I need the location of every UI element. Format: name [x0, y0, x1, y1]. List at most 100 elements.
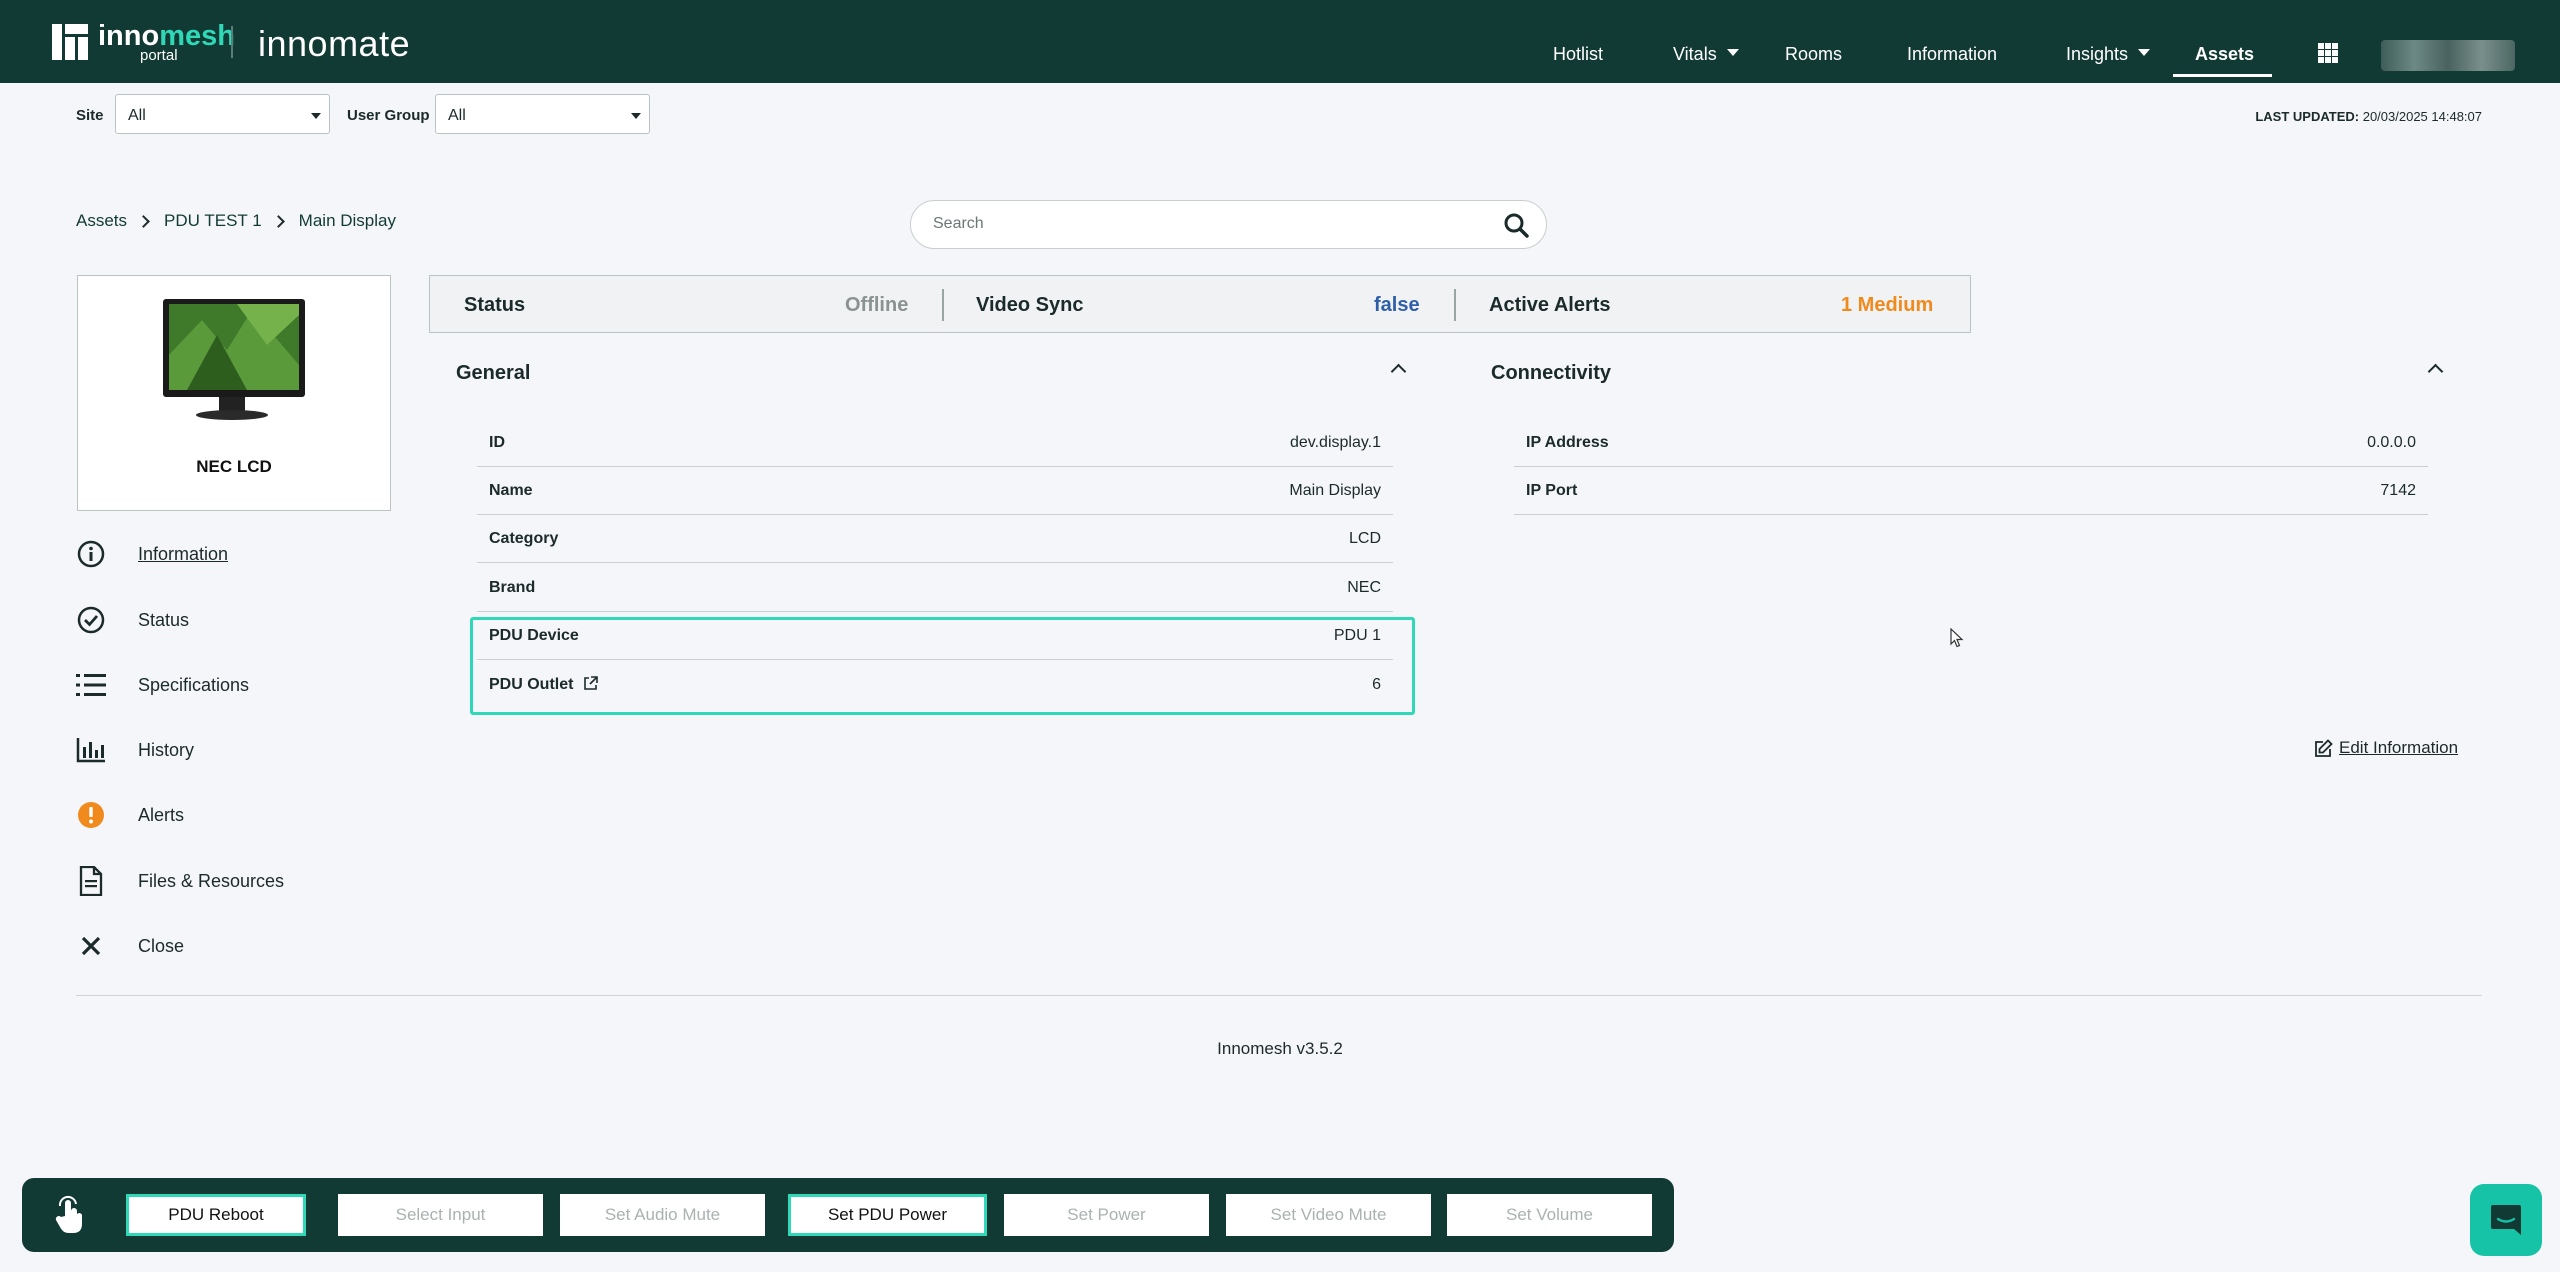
pdu-reboot-button[interactable]: PDU Reboot: [126, 1194, 306, 1236]
last-updated: LAST UPDATED: 20/03/2025 14:48:07: [2255, 109, 2482, 124]
menu-information-label: Information: [138, 543, 229, 564]
menu-close-label: Close: [138, 935, 185, 956]
search-icon[interactable]: [1503, 212, 1529, 238]
row-value: 7142: [2380, 482, 2416, 499]
dropdown-arrow-icon: [311, 113, 321, 119]
row-key: IP Address: [1526, 434, 1609, 451]
general-section-title: General: [456, 362, 531, 384]
select-input-button: Select Input: [338, 1194, 543, 1236]
menu-status[interactable]: Status: [76, 603, 189, 637]
nav-information[interactable]: Information: [1907, 0, 1997, 83]
user-profile[interactable]: [2381, 40, 2515, 71]
mouse-cursor-icon: [1950, 628, 1964, 648]
breadcrumb-assets[interactable]: Assets: [76, 211, 127, 231]
user-group-select-value: All: [448, 107, 466, 124]
breadcrumb: Assets PDU TEST 1 Main Display: [76, 211, 396, 231]
monitor-image: [163, 299, 305, 420]
video-sync-value: false: [1374, 294, 1420, 316]
set-pdu-power-button[interactable]: Set PDU Power: [788, 1194, 987, 1236]
nav-information-label: Information: [1907, 44, 1998, 64]
general-row-brand: Brand NEC: [477, 564, 1393, 612]
nav-rooms[interactable]: Rooms: [1785, 0, 1842, 83]
row-value: NEC: [1347, 579, 1381, 596]
chevron-down-icon: [1726, 49, 1739, 56]
bar-chart-icon: [76, 738, 105, 763]
menu-specifications[interactable]: Specifications: [76, 668, 249, 702]
menu-files-resources[interactable]: Files & Resources: [76, 864, 284, 898]
divider: [1454, 289, 1456, 321]
chevron-down-icon: [2138, 49, 2151, 56]
row-key: Name: [489, 482, 533, 499]
breadcrumb-current: Main Display: [298, 211, 396, 230]
pdu-highlight-box: [470, 617, 1415, 715]
site-label: Site: [76, 107, 104, 124]
menu-information[interactable]: Information: [76, 537, 228, 571]
user-group-label: User Group: [347, 107, 430, 124]
site-select-value: All: [128, 107, 146, 124]
control-action-bar: PDU Reboot Select Input Set Audio Mute S…: [22, 1178, 1674, 1252]
check-circle-icon: [77, 606, 105, 634]
row-key: IP Port: [1526, 482, 1578, 499]
chevron-up-icon[interactable]: [2427, 363, 2444, 380]
active-alerts-value[interactable]: 1 Medium: [1841, 294, 1933, 317]
innomesh-logo[interactable]: innomesh portal: [52, 21, 235, 63]
nav-hotlist[interactable]: Hotlist: [1553, 0, 1603, 83]
apps-grid-icon[interactable]: [2318, 43, 2338, 63]
nav-insights-label: Insights: [2066, 44, 2129, 64]
innomesh-logo-icon: [52, 24, 88, 60]
set-power-button: Set Power: [1004, 1194, 1209, 1236]
general-row-name: Name Main Display: [477, 467, 1393, 515]
nav-assets[interactable]: Assets: [2195, 0, 2254, 83]
version-label: Innomesh v3.5.2: [1217, 1039, 1343, 1058]
breadcrumb-room[interactable]: PDU TEST 1: [164, 211, 262, 231]
logo-divider: [231, 26, 233, 58]
chevron-right-icon: [137, 214, 150, 228]
nav-active-indicator: [2173, 74, 2272, 77]
search-input[interactable]: [933, 215, 1473, 233]
nav-assets-label: Assets: [2195, 44, 2255, 64]
menu-history[interactable]: History: [76, 733, 194, 767]
general-row-id: ID dev.display.1: [477, 419, 1393, 467]
status-value: Offline: [845, 294, 909, 316]
chat-icon: [2491, 1205, 2521, 1235]
asset-name: NEC LCD: [196, 457, 272, 476]
row-value: 0.0.0.0: [2367, 434, 2416, 451]
dropdown-arrow-icon: [631, 113, 641, 119]
document-icon: [79, 866, 103, 896]
chat-widget-button[interactable]: [2470, 1184, 2542, 1256]
row-value: dev.display.1: [1289, 434, 1381, 451]
menu-alerts-label: Alerts: [138, 804, 185, 825]
info-icon: [77, 540, 105, 568]
chevron-up-icon[interactable]: [1390, 363, 1407, 380]
menu-close[interactable]: Close: [76, 929, 184, 963]
user-group-select[interactable]: All: [435, 94, 650, 134]
menu-status-label: Status: [138, 609, 190, 630]
edit-information-link[interactable]: Edit Information: [2314, 738, 2458, 758]
row-key: Brand: [489, 579, 536, 596]
row-value: LCD: [1348, 530, 1381, 547]
nav-hotlist-label: Hotlist: [1553, 44, 1604, 64]
menu-alerts[interactable]: Alerts: [76, 798, 184, 832]
status-label: Status: [464, 294, 526, 316]
active-alerts-label: Active Alerts: [1489, 294, 1611, 316]
divider: [942, 289, 944, 321]
chevron-right-icon: [271, 214, 285, 228]
connectivity-row-ip-address: IP Address 0.0.0.0: [1514, 419, 2428, 467]
footer-divider: [76, 995, 2482, 996]
touch-control-icon[interactable]: [48, 1194, 90, 1236]
set-volume-button: Set Volume: [1447, 1194, 1652, 1236]
asset-card: NEC LCD: [77, 275, 391, 511]
nav-vitals[interactable]: Vitals: [1673, 0, 1739, 83]
row-key: Category: [489, 530, 559, 547]
edit-information-label: Edit Information: [2339, 738, 2459, 757]
close-icon: [81, 936, 101, 956]
menu-files-resources-label: Files & Resources: [138, 870, 285, 891]
connectivity-section-title: Connectivity: [1491, 362, 1612, 384]
nav-vitals-label: Vitals: [1673, 44, 1717, 64]
site-select[interactable]: All: [115, 94, 330, 134]
nav-insights[interactable]: Insights: [2066, 0, 2151, 83]
general-row-category: Category LCD: [477, 515, 1393, 563]
list-icon: [76, 674, 106, 696]
last-updated-label: LAST UPDATED:: [2255, 109, 2360, 124]
search-box: [910, 200, 1547, 249]
